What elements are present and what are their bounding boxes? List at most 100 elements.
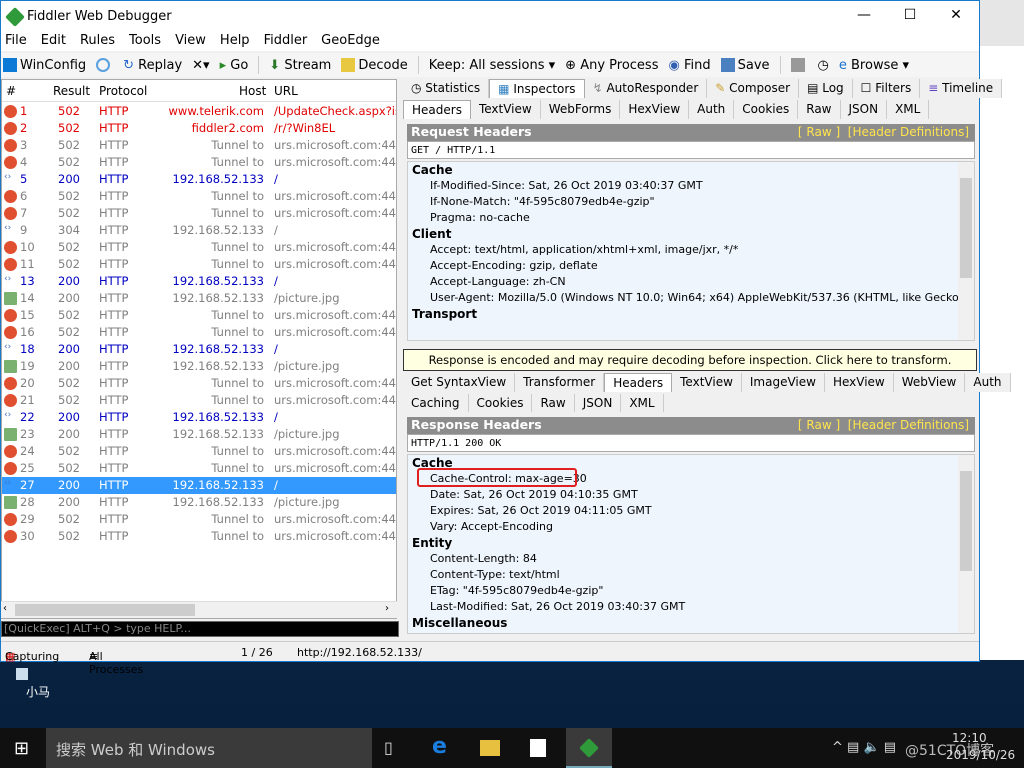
any-process-button[interactable]: ⊕ Any Process [565,58,658,73]
tab-headers[interactable]: Headers [403,100,471,119]
header-item[interactable]: Accept: text/html, application/xhtml+xml… [408,242,974,258]
header-item[interactable]: Pragma: no-cache [408,210,974,226]
session-row[interactable]: 19 200 HTTP 192.168.52.133/picture.jpg [2,358,396,375]
tab-webview[interactable]: WebView [893,373,966,392]
decode-button[interactable]: Decode [341,58,408,73]
menu-file[interactable]: File [5,33,27,51]
edge-icon[interactable]: e [432,734,447,759]
header-group[interactable]: Cache [408,162,974,178]
tab-xml[interactable]: XML [887,100,930,119]
menu-tools[interactable]: Tools [129,33,161,51]
vertical-scrollbar[interactable] [958,455,974,633]
session-row[interactable]: 29 502 HTTP Tunnel to urs.microsoft.com:443 [2,511,396,528]
session-row[interactable]: 16 502 HTTP Tunnel to urs.microsoft.com:443 [2,324,396,341]
desktop-icon-label[interactable]: 小马 [26,683,50,700]
quickexec-input[interactable]: [QuickExec] ALT+Q > type HELP... [1,621,399,637]
header-item[interactable]: Accept-Language: zh-CN [408,274,974,290]
session-row[interactable]: 30 502 HTTP Tunnel to urs.microsoft.com:443 [2,528,396,545]
vertical-scrollbar[interactable] [958,162,974,340]
header-item[interactable]: Expires: Sat, 26 Oct 2019 04:11:05 GMT [408,503,974,519]
keep-sessions-dropdown[interactable]: Keep: All sessions ▾ [429,58,555,73]
tab-raw[interactable]: Raw [532,394,575,412]
tab-cookies[interactable]: Cookies [468,394,533,412]
session-row[interactable]: 3 502 HTTP Tunnel to urs.microsoft.com:443 [2,137,396,154]
session-row[interactable]: ‹› 5 200 HTTP 192.168.52.133 / [2,171,396,188]
task-view-icon[interactable]: ▯ [384,738,393,757]
tab-timeline[interactable]: ≡ Timeline [920,79,1003,98]
tab-caching[interactable]: Caching [403,394,469,412]
shortcut-icon[interactable] [16,668,28,680]
tab-auth[interactable]: Auth [689,100,735,119]
header-item[interactable]: Accept-Encoding: gzip, deflate [408,258,974,274]
menu-fiddler[interactable]: Fiddler [264,33,308,51]
tab-json[interactable]: JSON [840,100,888,119]
tab-log[interactable]: ▤ Log [799,79,853,98]
close-button[interactable]: ✕ [933,7,979,23]
tab-textview[interactable]: TextView [672,373,742,392]
header-group[interactable]: Miscellaneous [408,615,974,631]
header-item[interactable]: Vary: Accept-Encoding [408,519,974,535]
session-row[interactable]: 2 502 HTTP fiddler2.com/r/?Win8EL [2,120,396,137]
minimize-button[interactable]: — [841,7,887,23]
taskbar-search[interactable]: 搜索 Web 和 Windows [46,728,372,768]
clock-date[interactable]: 2019/10/26 [946,748,1015,762]
tab-autoresponder[interactable]: ↯ AutoResponder [584,79,708,98]
start-button[interactable]: ⊞ [14,738,29,759]
tab-inspectors[interactable]: ▦ Inspectors [489,79,585,98]
tab-auth[interactable]: Auth [965,373,1011,392]
menu-geoedge[interactable]: GeoEdge [321,33,380,51]
session-row[interactable]: 21 502 HTTP Tunnel to urs.microsoft.com:443 [2,392,396,409]
comment-icon[interactable] [96,58,111,72]
clock-time[interactable]: 12:10 [952,731,987,745]
tab-imageview[interactable]: ImageView [741,373,825,392]
explorer-icon[interactable] [480,740,500,756]
save-button[interactable]: Save [720,58,770,73]
tray-icons[interactable]: ^ ▤ 🔈 ▤ [832,740,896,755]
decode-notice-bar[interactable]: Response is encoded and may require deco… [403,349,977,371]
menu-rules[interactable]: Rules [80,33,115,51]
session-row[interactable]: ‹› 22 200 HTTP 192.168.52.133 / [2,409,396,426]
menu-edit[interactable]: Edit [41,33,66,51]
column-url[interactable]: URL [274,84,298,98]
session-list[interactable]: # Result Protocol Host URL 1 502 HTTP www.t… [1,79,397,619]
replay-button[interactable]: ↻ Replay [123,58,182,73]
tab-raw[interactable]: Raw [798,100,841,119]
browse-button[interactable]: e Browse ▾ [839,58,909,73]
tab-hexview[interactable]: HexView [824,373,894,392]
header-item[interactable]: Date: Sat, 26 Oct 2019 04:10:35 GMT [408,487,974,503]
tab-transformer[interactable]: Transformer [515,373,605,392]
tab-textview[interactable]: TextView [470,100,541,119]
session-row[interactable]: 11 502 HTTP Tunnel to urs.microsoft.com:443 [2,256,396,273]
winconfig-button[interactable]: WinConfig [3,58,86,73]
session-row[interactable]: 20 502 HTTP Tunnel to urs.microsoft.com:443 [2,375,396,392]
column-host[interactable]: Host [239,84,266,98]
session-row[interactable]: ‹› 27 200 HTTP 192.168.52.133 / [2,477,396,494]
session-row[interactable]: 4 502 HTTP Tunnel to urs.microsoft.com:443 [2,154,396,171]
session-row[interactable]: 6 502 HTTP Tunnel to urs.microsoft.com:443 [2,188,396,205]
maximize-button[interactable]: ☐ [887,7,933,23]
store-icon[interactable] [530,739,546,757]
tab-hexview[interactable]: HexView [620,100,690,119]
header-item[interactable]: Content-Type: text/html [408,567,974,583]
header-group[interactable]: Entity [408,535,974,551]
column-number[interactable]: # [6,84,16,98]
header-item[interactable]: If-Modified-Since: Sat, 26 Oct 2019 03:4… [408,178,974,194]
column-result[interactable]: Result [53,84,90,98]
header-group[interactable]: Client [408,226,974,242]
response-raw-link[interactable]: [ Raw ] [798,418,840,432]
column-protocol[interactable]: Protocol [99,84,147,98]
session-row[interactable]: 25 502 HTTP Tunnel to urs.microsoft.com:443 [2,460,396,477]
session-list-hscrollbar[interactable]: ‹ › [1,601,397,618]
header-item[interactable]: ETag: "4f-595c8079edb4e-gzip" [408,583,974,599]
fiddler-taskbar-button[interactable] [566,728,612,768]
timer-icon[interactable]: ◷ [818,58,829,73]
menu-help[interactable]: Help [220,33,250,51]
tab-webforms[interactable]: WebForms [540,100,621,119]
stream-button[interactable]: ⬇ Stream [269,58,331,73]
find-button[interactable]: ◉ Find [668,58,710,73]
response-header-definitions-link[interactable]: [Header Definitions] [848,418,969,432]
menu-view[interactable]: View [175,33,206,51]
tab-json[interactable]: JSON [574,394,622,412]
request-header-definitions-link[interactable]: [Header Definitions] [848,125,969,139]
remove-button[interactable]: ✕▾ [192,58,209,73]
